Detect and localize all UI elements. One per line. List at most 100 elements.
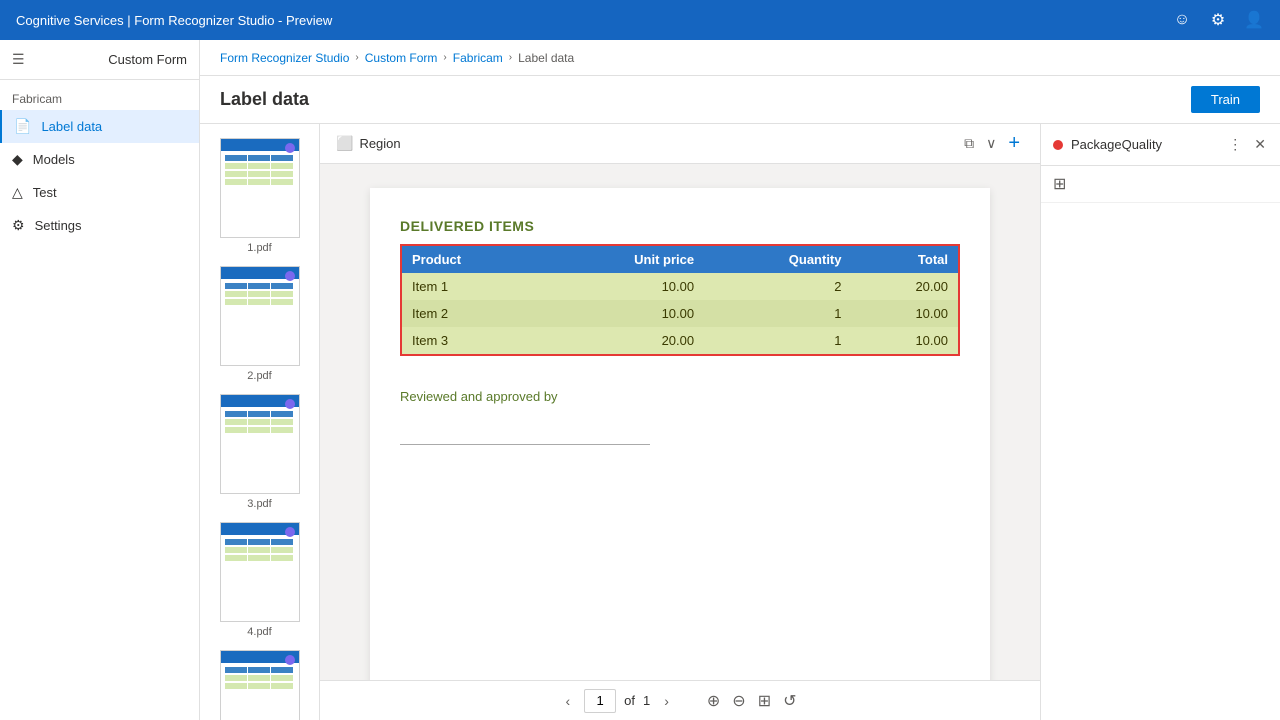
breadcrumb-sep-3: › [509,52,512,63]
topbar-icons: ☺ ⚙ 👤 [1172,10,1264,30]
thumb-table [225,283,295,305]
sidebar-project-name: Custom Form [108,52,187,67]
breadcrumb: Form Recognizer Studio › Custom Form › F… [200,40,1280,76]
region-label: Region [359,136,400,151]
prev-page-button[interactable]: ‹ [559,689,576,713]
col-total: Total [852,246,959,273]
cell-unit-price: 10.00 [542,300,704,327]
col-unit-price: Unit price [542,246,704,273]
topbar: Cognitive Services | Form Recognizer Stu… [0,0,1280,40]
right-panel-header: PackageQuality ⋮ ✕ [1041,124,1280,166]
page-title: Label data [220,89,309,110]
file-thumbnail-5 [220,650,300,720]
reviewed-label: Reviewed and approved by [400,389,960,404]
file-dot [285,399,295,409]
file-thumbnail-1 [220,138,300,238]
file-name-4: 4.pdf [247,626,271,638]
zoom-controls: ⊕ ⊖ ⊞ ↺ [703,687,801,715]
table-view-icon[interactable]: ⊞ [1053,176,1066,193]
sidebar-item-label-data[interactable]: 📄 Label data [0,110,199,143]
chevron-down-button[interactable]: ∨ [982,131,1000,156]
reviewed-section: Reviewed and approved by [400,389,960,445]
file-name-2: 2.pdf [247,370,271,382]
sidebar-section-label: Fabricam [0,80,199,110]
sidebar-item-models-text: Models [33,152,75,167]
doc-page: DELIVERED ITEMS Product Unit price Quant… [370,188,990,680]
thumb-table [225,539,295,561]
file-list: 1.pdf 2.pdf [200,124,320,720]
thumb-table [225,155,295,185]
sidebar-item-settings[interactable]: ⚙ Settings [0,209,199,242]
list-item[interactable]: 1.pdf [200,132,319,260]
cell-total: 10.00 [852,300,959,327]
sidebar-item-models[interactable]: ◆ Models [0,143,199,176]
sidebar-settings-icon: ⚙ [12,217,25,234]
table-row: Item 1 10.00 2 20.00 [402,273,958,300]
doc-area: DELIVERED ITEMS Product Unit price Quant… [320,164,1040,680]
next-page-button[interactable]: › [658,689,675,713]
list-item[interactable]: 4.pdf [200,516,319,644]
section-title: DELIVERED ITEMS [400,218,960,234]
label-data-icon: 📄 [14,118,31,135]
breadcrumb-custom-form[interactable]: Custom Form [365,51,438,65]
list-item[interactable]: 3.pdf [200,388,319,516]
cell-unit-price: 20.00 [542,327,704,354]
fit-page-button[interactable]: ⊞ [754,687,775,715]
list-item[interactable]: 2.pdf [200,260,319,388]
sidebar-item-test-text: Test [33,185,57,200]
rotate-button[interactable]: ↺ [779,687,800,715]
add-label-button[interactable]: + [1004,128,1024,159]
cell-product: Item 2 [402,300,542,327]
app-layout: ☰ Custom Form Fabricam 📄 Label data ◆ Mo… [0,40,1280,720]
layers-button[interactable]: ⧉ [960,131,978,156]
file-name-3: 3.pdf [247,498,271,510]
file-thumbnail-2 [220,266,300,366]
file-dot [285,655,295,665]
close-panel-button[interactable]: ✕ [1252,134,1268,155]
file-dot [285,143,295,153]
cell-quantity: 1 [704,300,851,327]
more-options-button[interactable]: ⋮ [1226,134,1244,155]
list-item[interactable]: 5.pdf [200,644,319,720]
train-button[interactable]: Train [1191,86,1260,113]
file-thumbnail-4 [220,522,300,622]
doc-pagination: ‹ of 1 › ⊕ ⊖ ⊞ ↺ [320,680,1040,720]
items-table: Product Unit price Quantity Total Item 1… [402,246,958,354]
thumb-table [225,411,295,433]
panel-icons: ⋮ ✕ [1226,134,1268,155]
zoom-in-button[interactable]: ⊕ [703,687,724,715]
cell-total: 10.00 [852,327,959,354]
region-icon: ⬜ [336,135,353,152]
sidebar: ☰ Custom Form Fabricam 📄 Label data ◆ Mo… [0,40,200,720]
right-panel: PackageQuality ⋮ ✕ ⊞ [1040,124,1280,720]
label-name: PackageQuality [1071,137,1162,152]
label-tag: PackageQuality [1053,137,1162,152]
models-icon: ◆ [12,151,23,168]
page-header: Label data Train [200,76,1280,124]
thumb-table [225,667,295,689]
zoom-out-button[interactable]: ⊖ [728,687,749,715]
hamburger-icon[interactable]: ☰ [12,51,25,68]
sidebar-item-settings-text: Settings [35,218,82,233]
settings-icon[interactable]: ⚙ [1208,10,1228,30]
table-header-row: Product Unit price Quantity Total [402,246,958,273]
region-tool[interactable]: ⬜ Region [336,135,401,152]
page-input[interactable] [584,689,616,713]
cell-product: Item 3 [402,327,542,354]
sidebar-item-test[interactable]: △ Test [0,176,199,209]
main-content: Form Recognizer Studio › Custom Form › F… [200,40,1280,720]
breadcrumb-fabricam[interactable]: Fabricam [453,51,503,65]
user-icon[interactable]: 👤 [1244,10,1264,30]
breadcrumb-form-recognizer[interactable]: Form Recognizer Studio [220,51,349,65]
document-viewer: ⬜ Region ⧉ ∨ + DELIVERED ITEMS [320,124,1040,720]
items-table-body: Item 1 10.00 2 20.00 Item 2 10.00 1 10.0… [402,273,958,354]
app-title: Cognitive Services | Form Recognizer Stu… [16,13,332,28]
file-thumbnail-3 [220,394,300,494]
items-table-wrapper: Product Unit price Quantity Total Item 1… [400,244,960,356]
toolbar-right: ⧉ ∨ + [960,128,1024,159]
sidebar-item-label-data-text: Label data [41,119,102,134]
sidebar-header: ☰ Custom Form [0,40,199,80]
cell-unit-price: 10.00 [542,273,704,300]
smiley-icon[interactable]: ☺ [1172,10,1192,30]
file-dot [285,527,295,537]
